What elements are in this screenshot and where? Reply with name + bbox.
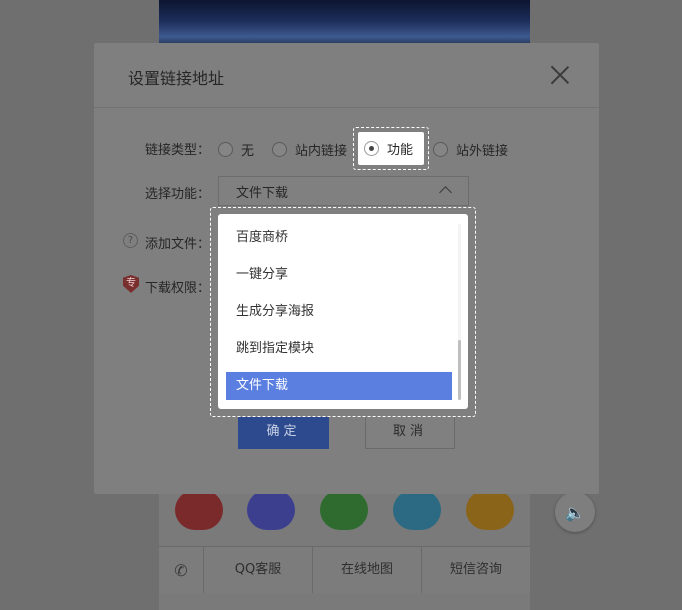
phone-icon: ✆ [174,560,188,580]
dialog-header: 设置链接地址 [94,43,599,108]
ok-button[interactable]: 确定 [238,415,329,449]
quick-icons-row [159,490,530,546]
dropdown-item-file-download[interactable]: 文件下载 [226,372,452,400]
dialog-title: 设置链接地址 [128,69,225,88]
add-file-label: 添加文件： [145,237,211,252]
radio-function-highlight: 功能 [353,127,429,170]
radio-selected-icon [364,141,379,156]
banner-image [159,0,530,46]
dropdown-scrollbar-thumb[interactable] [458,340,461,400]
dropdown-item-jump-module[interactable]: 跳到指定模块 [226,335,452,363]
close-icon[interactable] [550,65,570,85]
radio-circle-icon [272,142,287,157]
help-icon[interactable]: ? [123,233,138,248]
send-icon [320,490,368,530]
function-dropdown-list[interactable]: 百度商桥 一键分享 生成分享海报 跳到指定模块 文件下载 [218,214,468,409]
footer-sms-consult: 短信咨询 [421,547,530,593]
radio-internal-link[interactable]: 站内链接 [272,140,347,159]
bag-icon [393,490,441,530]
radio-label: 站外链接 [456,144,509,159]
dropdown-item-one-click-share[interactable]: 一键分享 [226,261,452,289]
radio-circle-icon [218,142,233,157]
speaker-icon[interactable]: 🔈 [555,492,595,532]
chat-icon [247,490,295,530]
search-list-icon [466,490,514,530]
link-type-label: 链接类型： [145,143,211,158]
radio-circle-icon [433,142,448,157]
select-function-label: 选择功能： [145,187,211,202]
footer-qq-service: QQ客服 [203,547,312,593]
download-permission-label: 下载权限： [145,281,211,296]
cancel-button[interactable]: 取消 [365,415,455,449]
footer-online-map: 在线地图 [312,547,421,593]
function-select-value: 文件下载 [236,185,289,201]
function-select[interactable]: 文件下载 [218,176,469,206]
radio-label: 功能 [387,143,414,158]
dropdown-item-baidu-shangqiao[interactable]: 百度商桥 [226,224,452,252]
chevron-up-icon [439,186,452,199]
radio-function[interactable]: 功能 [358,132,424,165]
radio-label: 站内链接 [295,144,348,159]
radio-external-link[interactable]: 站外链接 [433,140,508,159]
card-icon [175,490,223,530]
radio-label: 无 [241,144,255,159]
radio-none[interactable]: 无 [218,140,254,159]
phone-footer: ✆ QQ客服 在线地图 短信咨询 [159,546,530,593]
dropdown-item-share-poster[interactable]: 生成分享海报 [226,298,452,326]
